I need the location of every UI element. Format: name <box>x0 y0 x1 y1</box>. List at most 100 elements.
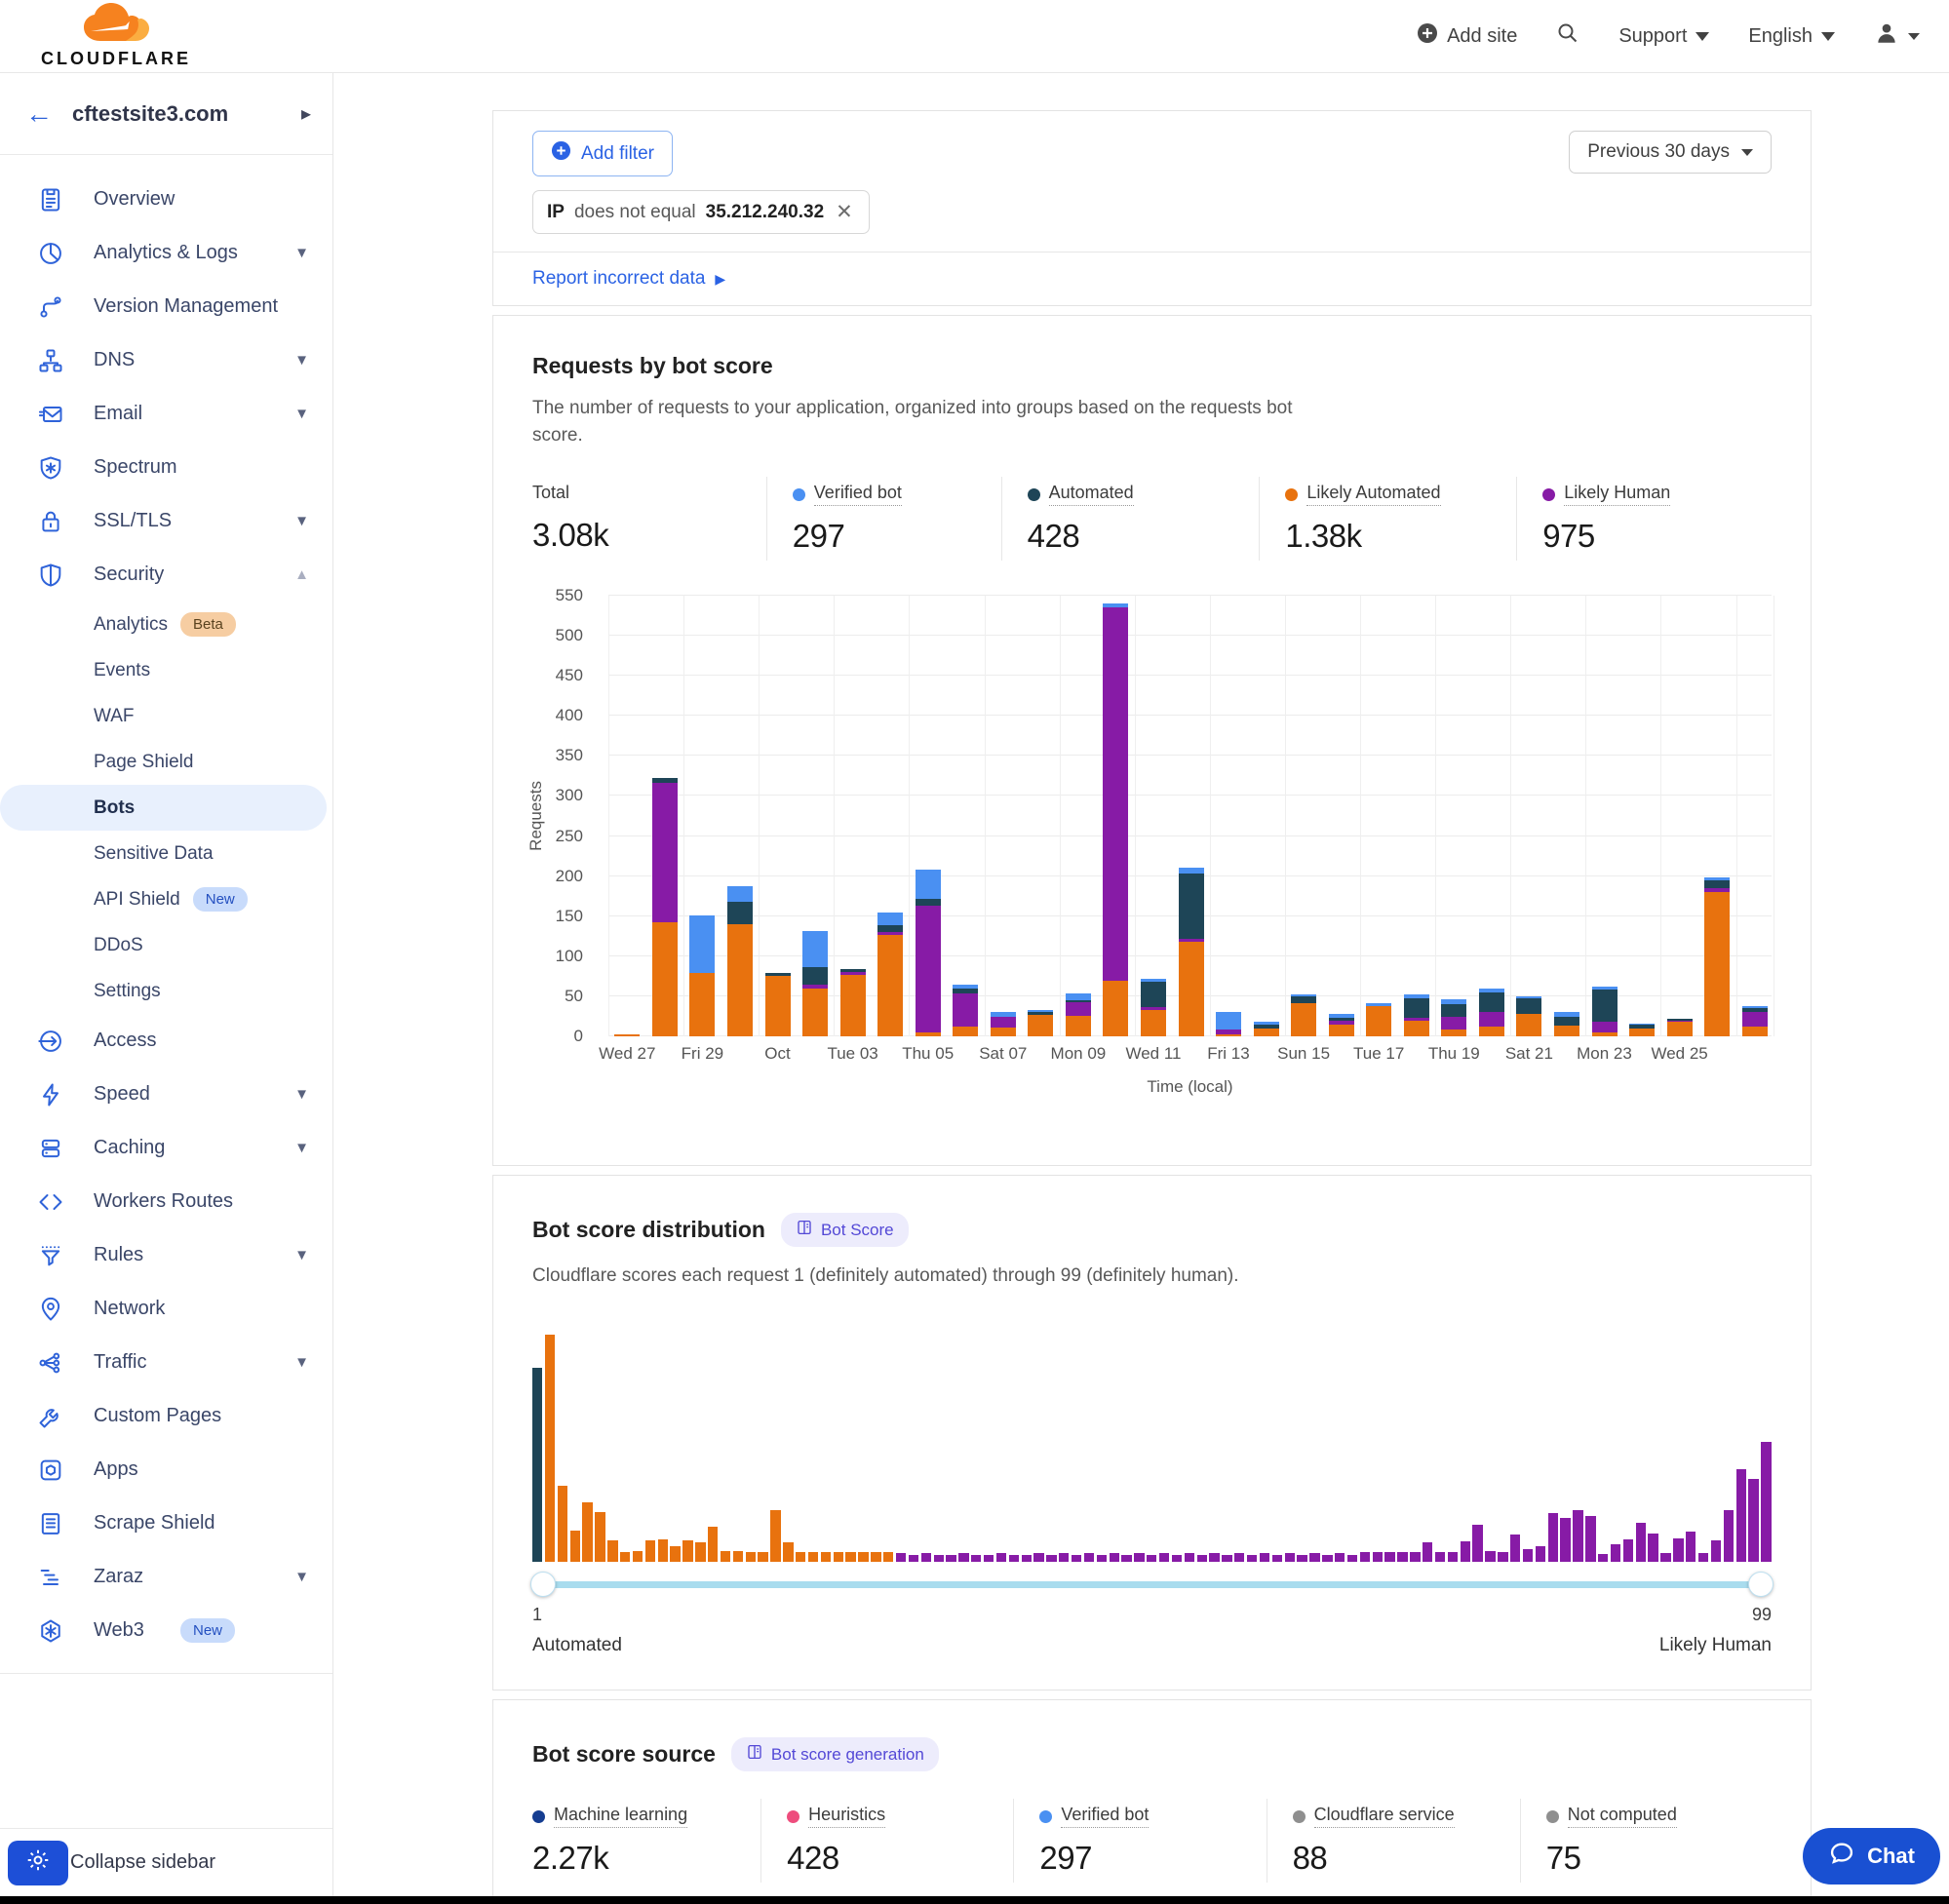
histogram-bar-score-80[interactable] <box>1523 1549 1533 1563</box>
date-range-selector[interactable]: Previous 30 days <box>1569 131 1772 174</box>
stacked-bar-day[interactable] <box>991 1012 1016 1036</box>
stacked-bar-day[interactable] <box>1179 868 1204 1036</box>
histogram-bar-score-43[interactable] <box>1059 1553 1069 1562</box>
histogram-bar-score-22[interactable] <box>796 1552 805 1562</box>
sidebar-subitem-page-shield[interactable]: Page Shield <box>0 739 332 785</box>
stacked-bar-day[interactable] <box>1667 1019 1693 1036</box>
histogram-bar-score-68[interactable] <box>1373 1552 1383 1562</box>
histogram-bar-score-42[interactable] <box>1046 1555 1056 1562</box>
report-incorrect-data-link[interactable]: Report incorrect data <box>532 268 705 290</box>
sidebar-item-analytics-logs[interactable]: Analytics & Logs▼ <box>0 226 332 280</box>
histogram-bar-score-33[interactable] <box>934 1555 944 1562</box>
histogram-bar-score-14[interactable] <box>695 1542 705 1562</box>
histogram-bar-score-29[interactable] <box>883 1552 893 1562</box>
histogram-bar-score-74[interactable] <box>1448 1552 1458 1562</box>
histogram-bar-score-1[interactable] <box>532 1368 542 1562</box>
sidebar-item-zaraz[interactable]: Zaraz▼ <box>0 1550 332 1604</box>
histogram-bar-score-46[interactable] <box>1097 1555 1107 1562</box>
histogram-bar-score-72[interactable] <box>1423 1542 1432 1562</box>
sidebar-item-network[interactable]: Network <box>0 1282 332 1336</box>
histogram-bar-score-30[interactable] <box>896 1553 906 1562</box>
histogram-bar-score-25[interactable] <box>834 1552 843 1562</box>
stacked-bar-day[interactable] <box>614 1034 640 1036</box>
stacked-bar-day[interactable] <box>1479 989 1504 1036</box>
histogram-bar-score-56[interactable] <box>1222 1555 1231 1562</box>
sidebar-subitem-api-shield[interactable]: API ShieldNew <box>0 876 332 922</box>
support-menu[interactable]: Support <box>1618 25 1709 48</box>
account-menu[interactable] <box>1874 20 1920 52</box>
histogram-bar-score-17[interactable] <box>733 1551 743 1562</box>
histogram-bar-score-67[interactable] <box>1360 1552 1370 1562</box>
histogram-bar-score-31[interactable] <box>909 1555 918 1562</box>
stacked-bar-day[interactable] <box>652 778 678 1036</box>
histogram-bar-score-95[interactable] <box>1711 1540 1721 1562</box>
stat-label[interactable]: Not computed <box>1568 1805 1677 1828</box>
chevron-right-icon[interactable]: ▸ <box>301 101 311 126</box>
slider-handle-max[interactable] <box>1748 1572 1774 1597</box>
histogram-bar-score-73[interactable] <box>1435 1552 1445 1562</box>
histogram-bar-score-75[interactable] <box>1461 1541 1470 1562</box>
histogram-bar-score-4[interactable] <box>570 1531 580 1562</box>
histogram-bar-score-15[interactable] <box>708 1527 718 1562</box>
sidebar-item-dns[interactable]: DNS▼ <box>0 333 332 387</box>
stat-label[interactable]: Cloudflare service <box>1314 1805 1455 1828</box>
stacked-bar-day[interactable] <box>1254 1022 1279 1036</box>
stat-label[interactable]: Automated <box>1049 483 1134 506</box>
search-button[interactable] <box>1556 21 1579 51</box>
settings-gear-button[interactable] <box>8 1841 68 1885</box>
slider-track[interactable] <box>532 1581 1772 1588</box>
histogram-bar-score-83[interactable] <box>1560 1518 1570 1562</box>
sidebar-item-overview[interactable]: Overview <box>0 173 332 226</box>
histogram-bar-score-93[interactable] <box>1686 1532 1696 1562</box>
sidebar-item-email[interactable]: Email▼ <box>0 387 332 441</box>
histogram-bar-score-82[interactable] <box>1548 1513 1558 1562</box>
stat-label[interactable]: Likely Human <box>1564 483 1670 506</box>
sidebar-item-security[interactable]: Security▲ <box>0 548 332 602</box>
histogram-bar-score-98[interactable] <box>1748 1479 1758 1562</box>
bot-score-generation-doc-badge[interactable]: Bot score generation <box>731 1737 939 1771</box>
sidebar-item-speed[interactable]: Speed▼ <box>0 1068 332 1121</box>
sidebar-item-traffic[interactable]: Traffic▼ <box>0 1336 332 1389</box>
stacked-bar-day[interactable] <box>1592 987 1618 1036</box>
histogram-bar-score-90[interactable] <box>1648 1534 1657 1562</box>
histogram-bar-score-61[interactable] <box>1285 1553 1295 1562</box>
histogram-bar-score-70[interactable] <box>1397 1552 1407 1562</box>
histogram-bar-score-45[interactable] <box>1084 1553 1094 1562</box>
sidebar-item-scrape-shield[interactable]: Scrape Shield <box>0 1496 332 1550</box>
histogram-bar-score-2[interactable] <box>545 1335 555 1562</box>
stat-label[interactable]: Verified bot <box>814 483 902 506</box>
bot-score-doc-badge[interactable]: Bot Score <box>781 1213 909 1247</box>
sidebar-item-ssl-tls[interactable]: SSL/TLS▼ <box>0 494 332 548</box>
histogram-bar-score-94[interactable] <box>1698 1553 1708 1562</box>
histogram-bar-score-87[interactable] <box>1611 1544 1620 1562</box>
stacked-bar-day[interactable] <box>953 985 978 1036</box>
histogram-bar-score-96[interactable] <box>1724 1510 1734 1563</box>
histogram-bar-score-49[interactable] <box>1134 1553 1144 1562</box>
stacked-bar-day[interactable] <box>1216 1012 1241 1036</box>
histogram-bar-score-64[interactable] <box>1322 1555 1332 1562</box>
slider-handle-min[interactable] <box>530 1572 556 1597</box>
stacked-bar-day[interactable] <box>1629 1024 1655 1036</box>
sidebar-item-apps[interactable]: Apps <box>0 1443 332 1496</box>
sidebar-subitem-settings[interactable]: Settings <box>0 968 332 1014</box>
histogram-bar-score-32[interactable] <box>921 1553 931 1562</box>
histogram-bar-score-65[interactable] <box>1335 1553 1345 1562</box>
histogram-bar-score-27[interactable] <box>858 1552 868 1562</box>
histogram-bar-score-10[interactable] <box>645 1540 655 1562</box>
sidebar-item-rules[interactable]: Rules▼ <box>0 1228 332 1282</box>
histogram-bar-score-8[interactable] <box>620 1552 630 1562</box>
sidebar-subitem-sensitive-data[interactable]: Sensitive Data <box>0 831 332 876</box>
add-filter-button[interactable]: Add filter <box>532 131 673 176</box>
back-arrow-icon[interactable]: ← <box>25 100 53 128</box>
histogram-bar-score-40[interactable] <box>1022 1555 1032 1562</box>
histogram-bar-score-76[interactable] <box>1472 1525 1482 1562</box>
histogram-bar-score-13[interactable] <box>682 1540 692 1562</box>
sidebar-item-access[interactable]: Access <box>0 1014 332 1068</box>
remove-filter-icon[interactable]: ✕ <box>834 200 855 224</box>
histogram-bar-score-71[interactable] <box>1410 1552 1420 1562</box>
stacked-bar-day[interactable] <box>1704 877 1730 1036</box>
histogram-bar-score-55[interactable] <box>1209 1553 1219 1562</box>
stacked-bar-day[interactable] <box>1291 994 1316 1036</box>
histogram-bar-score-57[interactable] <box>1234 1553 1244 1562</box>
sidebar-item-custom-pages[interactable]: Custom Pages <box>0 1389 332 1443</box>
